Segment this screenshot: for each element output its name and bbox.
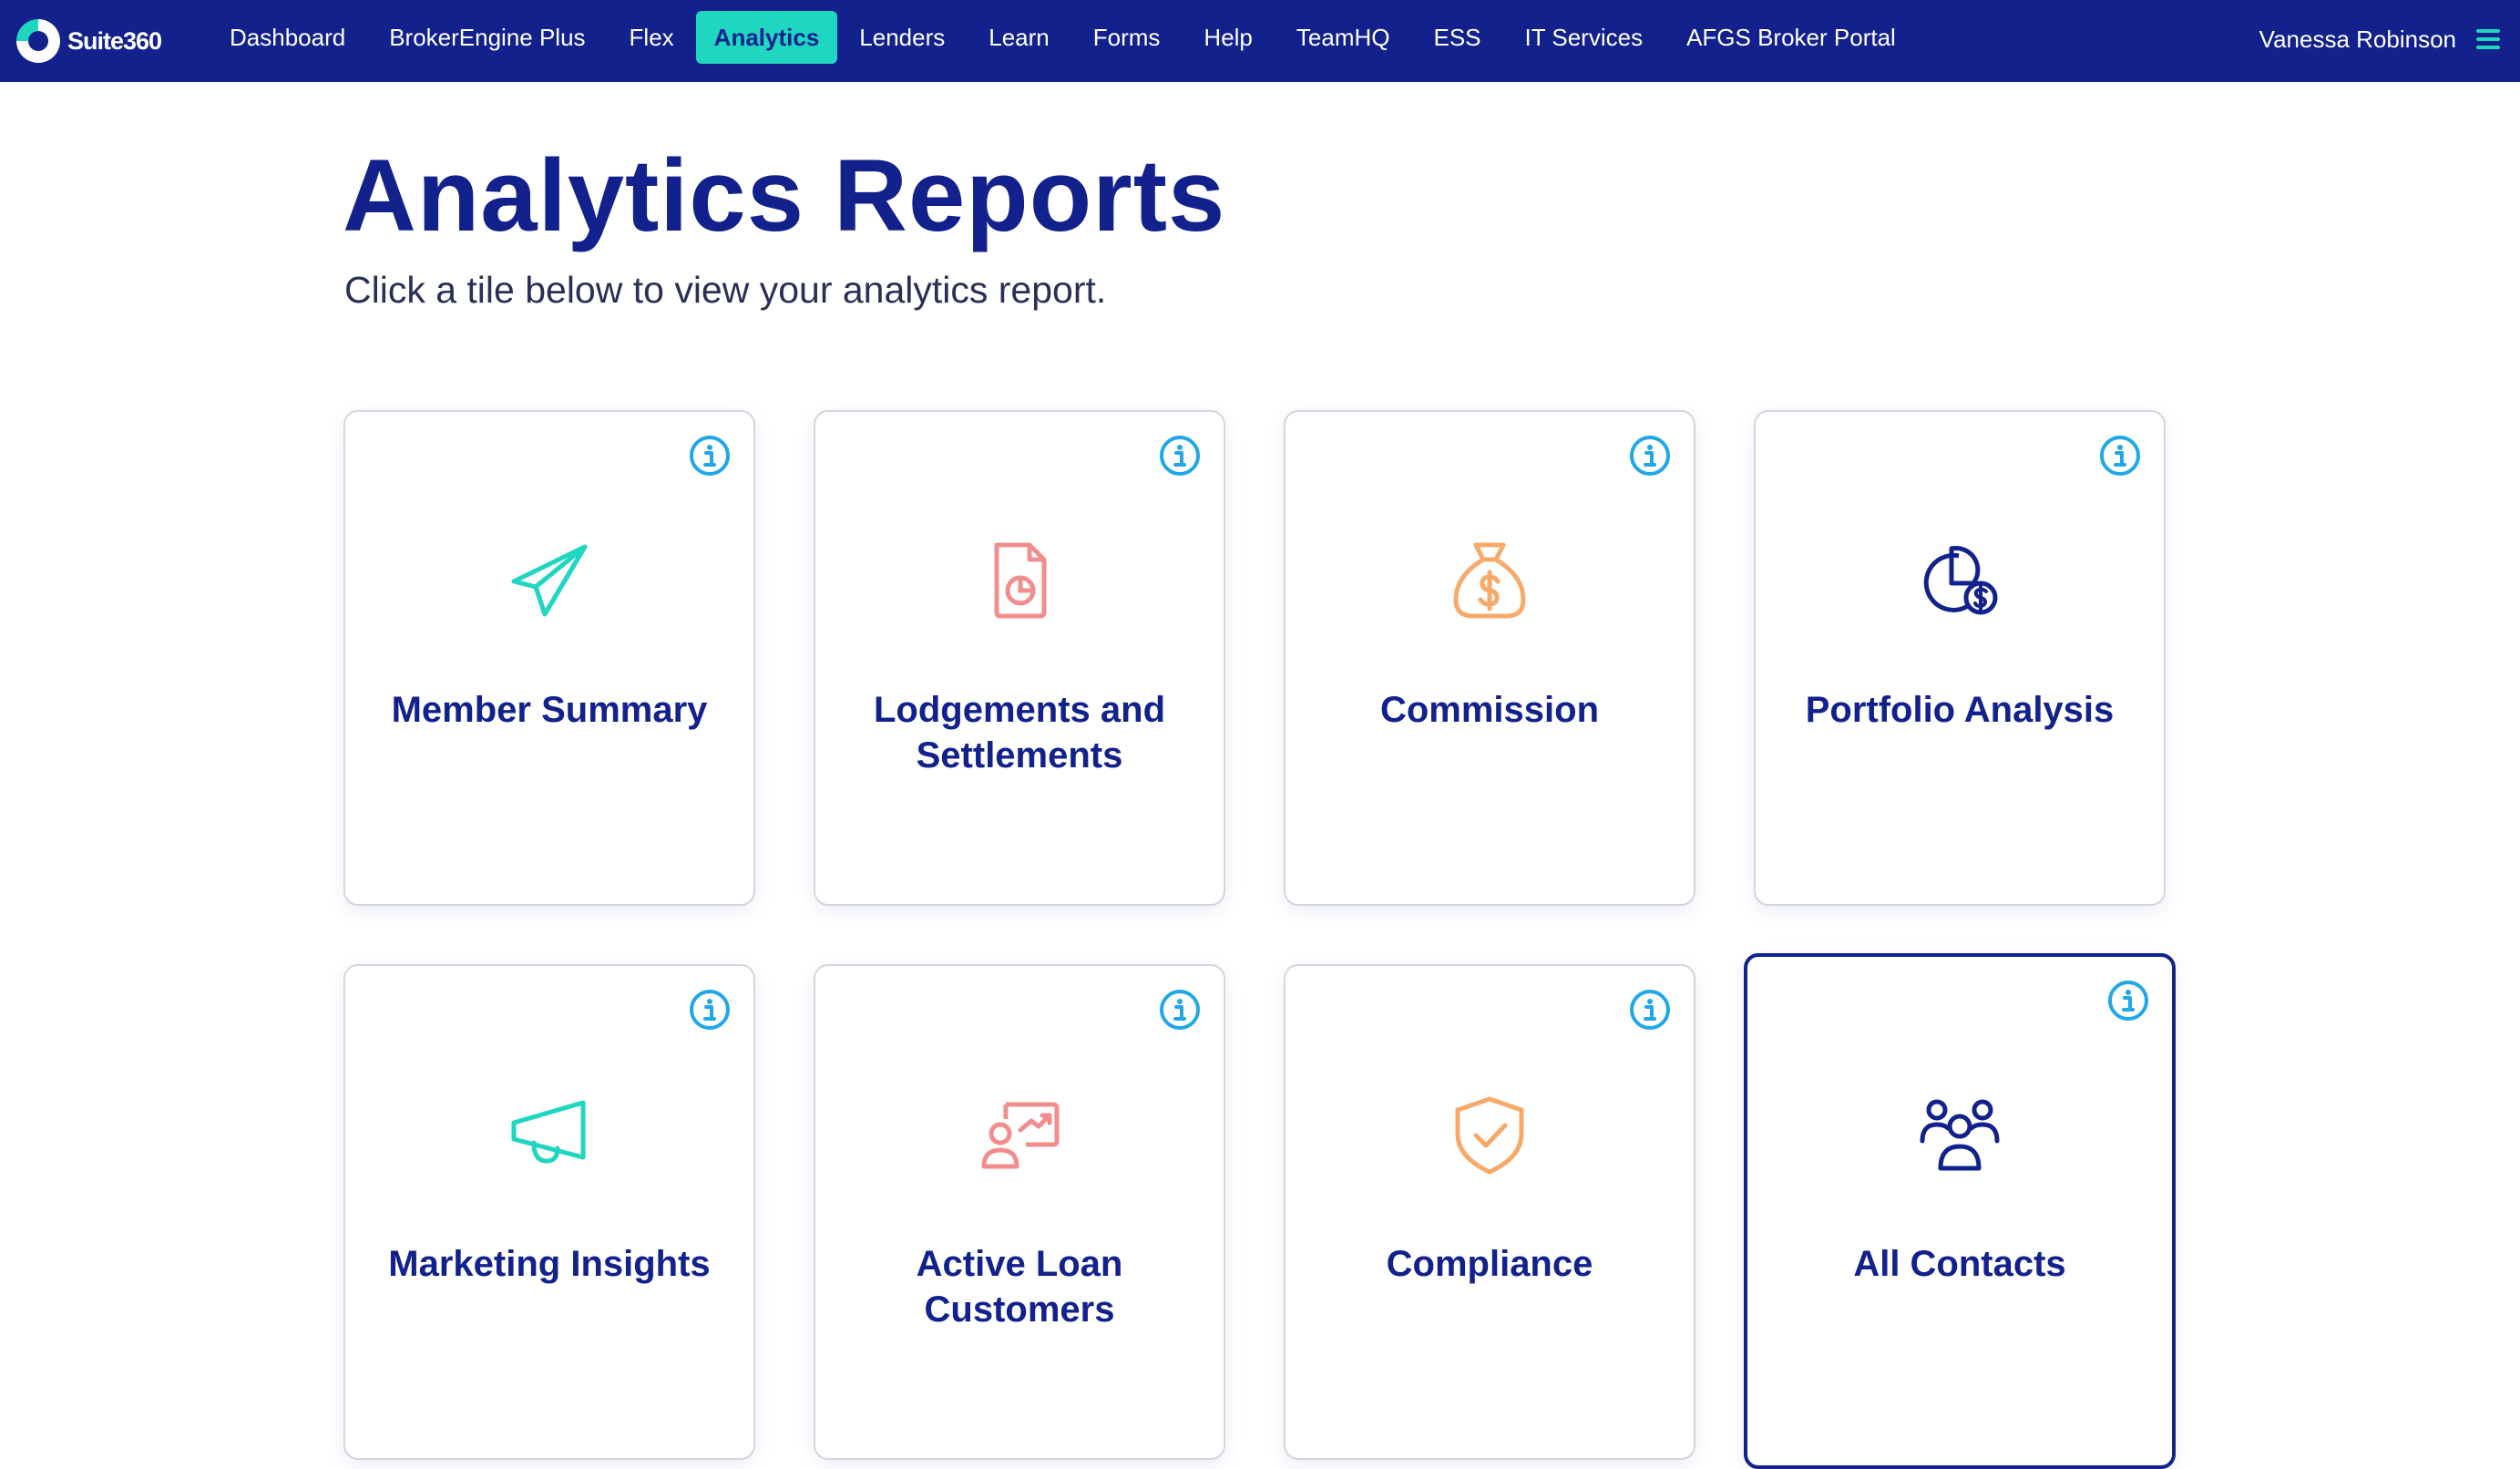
nav-item-flex[interactable]: Flex (608, 11, 696, 64)
tile-compliance[interactable]: Compliance (1284, 964, 1695, 1460)
customer-growth-icon (981, 1102, 1060, 1169)
tile-all-contacts[interactable]: All Contacts (1744, 953, 2176, 1469)
info-icon[interactable] (2106, 979, 2150, 1022)
nav-item-teamhq[interactable]: TeamHQ (1275, 11, 1412, 64)
tile-label: Active Loan Customers (916, 1244, 1123, 1330)
logo-ring-icon (16, 19, 60, 63)
info-icon[interactable] (1628, 988, 1672, 1032)
tile-label: Member Summary (391, 690, 708, 730)
nav-menu: Dashboard BrokerEngine Plus Flex Analyti… (208, 11, 1918, 64)
tile-label: All Contacts (1853, 1244, 2066, 1284)
megaphone-icon (511, 1100, 586, 1164)
nav-item-forms[interactable]: Forms (1071, 11, 1183, 64)
user-name[interactable]: Vanessa Robinson (2259, 26, 2456, 54)
tile-portfolio-analysis[interactable]: Portfolio Analysis (1754, 410, 2166, 906)
tile-lodgements-and-settlements[interactable]: Lodgements and Settlements (814, 410, 1225, 906)
user-menu: Vanessa Robinson (2259, 11, 2500, 67)
page-subtitle: Click a tile below to view your analytic… (344, 269, 1107, 311)
paper-plane-icon (511, 544, 588, 617)
hamburger-menu-icon[interactable] (2476, 29, 2500, 49)
suite360-logo[interactable]: Suite360 (16, 16, 162, 66)
nav-item-afgs-broker-portal[interactable]: AFGS Broker Portal (1665, 11, 1918, 64)
nav-item-analytics[interactable]: Analytics (695, 11, 838, 64)
tile-label: Commission (1379, 690, 1600, 730)
document-pie-icon (994, 542, 1047, 619)
tile-member-summary[interactable]: Member Summary (343, 410, 755, 906)
shield-check-icon (1455, 1096, 1524, 1175)
page-title: Analytics Reports (343, 139, 1226, 252)
logo-text: Suite360 (67, 26, 162, 55)
tile-active-loan-customers[interactable]: Active Loan Customers (814, 964, 1225, 1460)
info-icon[interactable] (2098, 434, 2142, 478)
nav-item-lenders[interactable]: Lenders (837, 11, 967, 64)
info-icon[interactable] (1158, 988, 1202, 1032)
money-bag-icon (1453, 542, 1526, 619)
people-group-icon (1920, 1099, 2000, 1171)
info-icon[interactable] (1628, 434, 1672, 478)
nav-item-brokerengine-plus[interactable]: BrokerEngine Plus (367, 11, 607, 64)
pie-dollar-icon (1923, 546, 1998, 615)
info-icon[interactable] (1158, 434, 1202, 478)
nav-item-help[interactable]: Help (1182, 11, 1274, 64)
nav-item-it-services[interactable]: IT Services (1503, 11, 1665, 64)
nav-item-learn[interactable]: Learn (967, 11, 1071, 64)
nav-item-dashboard[interactable]: Dashboard (208, 11, 367, 64)
tile-marketing-insights[interactable]: Marketing Insights (343, 964, 755, 1460)
tile-label: Portfolio Analysis (1805, 690, 2115, 730)
tile-label: Compliance (1386, 1244, 1593, 1284)
nav-item-ess[interactable]: ESS (1411, 11, 1502, 64)
info-icon[interactable] (688, 434, 732, 478)
info-icon[interactable] (688, 988, 732, 1032)
tile-commission[interactable]: Commission (1284, 410, 1695, 906)
tile-label: Marketing Insights (388, 1244, 711, 1284)
top-navigation-bar: Suite360 Dashboard BrokerEngine Plus Fle… (0, 0, 2520, 82)
tile-label: Lodgements and Settlements (873, 690, 1166, 776)
